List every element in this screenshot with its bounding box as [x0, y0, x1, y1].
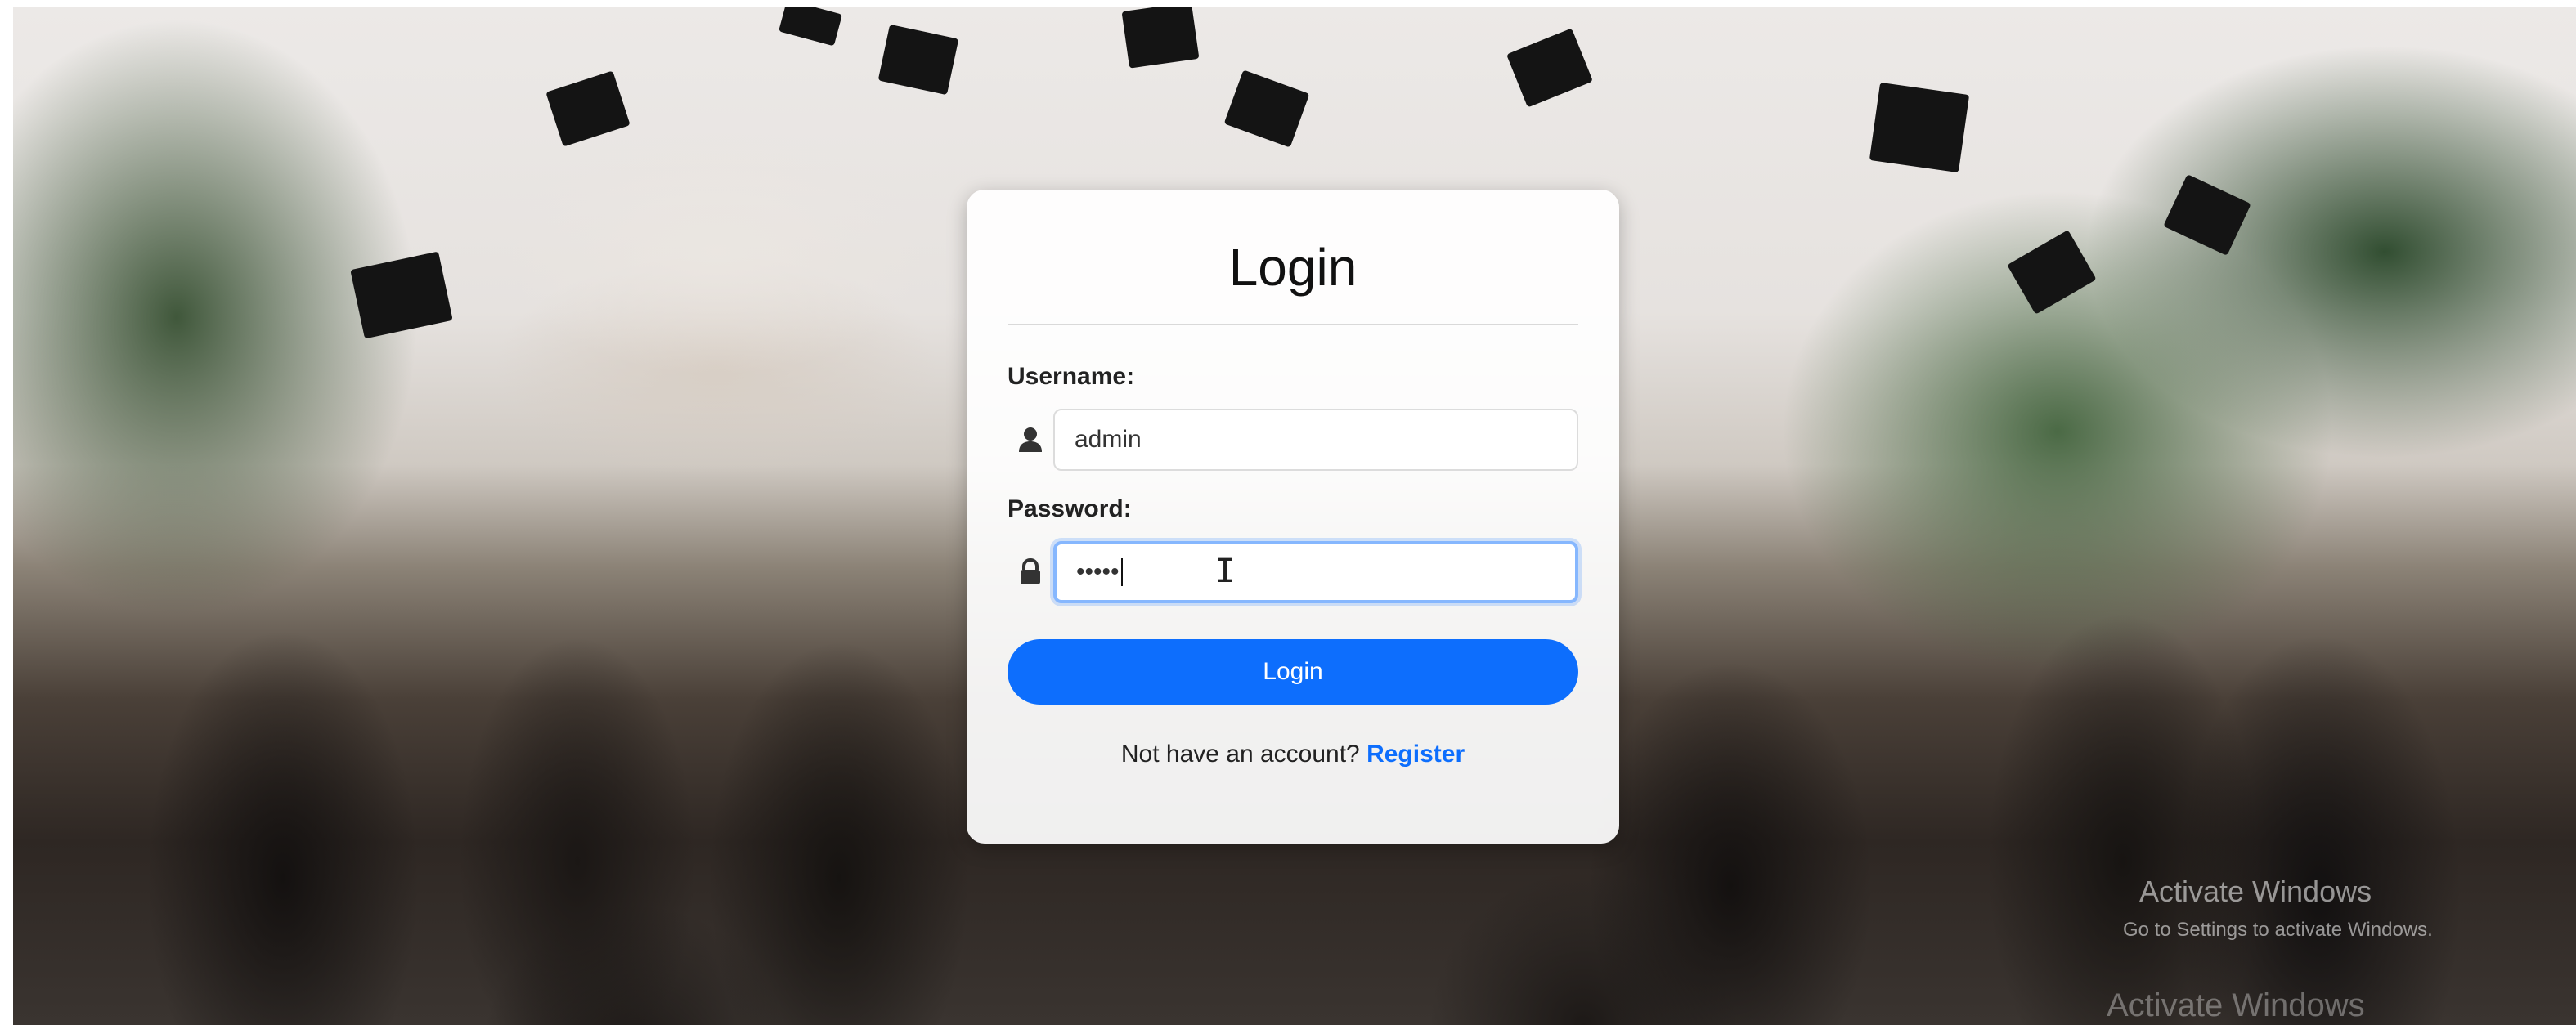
register-link[interactable]: Register: [1367, 741, 1465, 768]
register-prompt-line: Not have an account? Register: [967, 741, 1619, 768]
activate-windows-title: Activate Windows: [2139, 875, 2372, 908]
graduation-cap-icon: [877, 24, 959, 96]
graduation-cap-icon: [2163, 174, 2251, 256]
login-title: Login: [1228, 238, 1358, 297]
username-label: Username:: [1008, 363, 1135, 390]
activate-windows-hint: Go to Settings to activate Windows.: [2123, 919, 2433, 941]
text-cursor-icon: I: [1215, 553, 1236, 590]
lock-icon: [1008, 541, 1053, 603]
username-group: admin: [1008, 409, 1578, 471]
password-input[interactable]: •••••: [1053, 541, 1578, 603]
graduation-cap-icon: [350, 251, 453, 339]
register-prompt: Not have an account?: [1120, 741, 1360, 768]
user-icon: [1008, 409, 1053, 471]
password-group: •••••: [1008, 541, 1578, 603]
graduation-cap-icon: [545, 70, 631, 147]
graduation-cap-icon: [1506, 28, 1593, 108]
login-button[interactable]: Login: [1008, 639, 1578, 705]
password-dots: •••••: [1076, 558, 1120, 585]
graduation-cap-icon: [2007, 230, 2097, 315]
username-input[interactable]: admin: [1053, 409, 1578, 471]
activate-windows-title-shadow: Activate Windows: [2107, 987, 2365, 1023]
graduation-cap-icon: [779, 7, 842, 47]
password-label: Password:: [1008, 495, 1132, 522]
text-caret: [1120, 558, 1123, 586]
graduation-cap-icon: [1223, 69, 1310, 148]
graduation-cap-icon: [1121, 7, 1200, 69]
title-divider: [1008, 324, 1578, 325]
graduation-cap-icon: [1869, 82, 1970, 173]
login-card: Login Username: admin Password: ••••• Lo…: [967, 190, 1619, 844]
page: Activate Windows Go to Settings to activ…: [0, 0, 2576, 1025]
